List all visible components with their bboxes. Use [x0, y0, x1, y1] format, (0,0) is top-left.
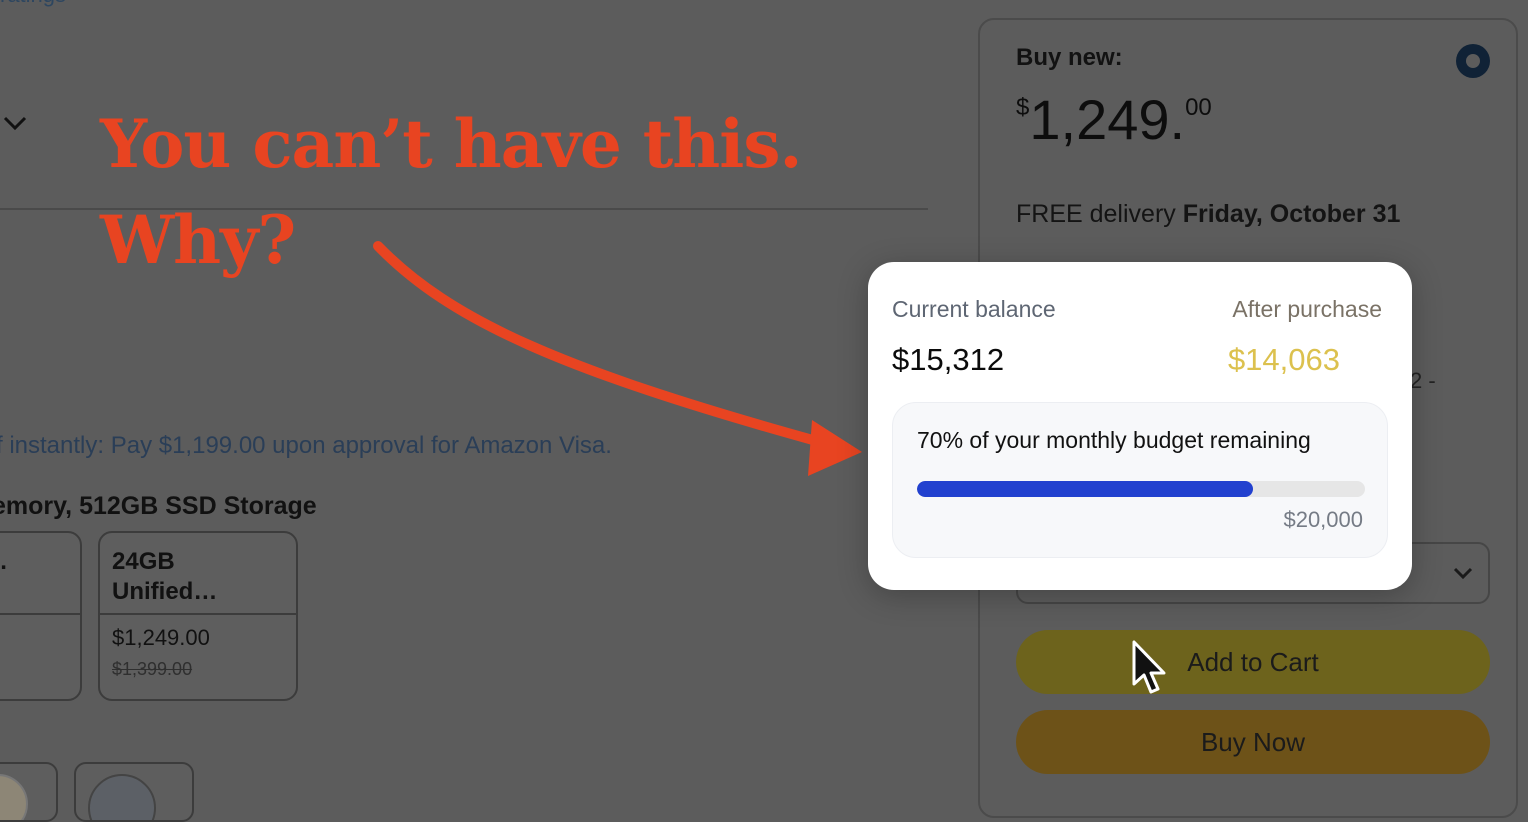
budget-progress-panel: 70% of your monthly budget remaining $20…	[892, 402, 1388, 558]
budget-card: Current balance After purchase $15,312 $…	[868, 262, 1412, 590]
budget-remaining-text: 70% of your monthly budget remaining	[917, 427, 1311, 453]
mouse-cursor-icon	[1132, 640, 1166, 694]
current-balance-label: Current balance	[892, 296, 1056, 322]
current-balance-value: $15,312	[892, 342, 1005, 377]
budget-progress-fill	[917, 481, 1253, 497]
budget-max-amount: $20,000	[1283, 507, 1363, 532]
after-purchase-label: After purchase	[1232, 296, 1382, 322]
budget-progress-bar	[917, 481, 1365, 497]
after-purchase-value: $14,063	[1227, 342, 1340, 377]
